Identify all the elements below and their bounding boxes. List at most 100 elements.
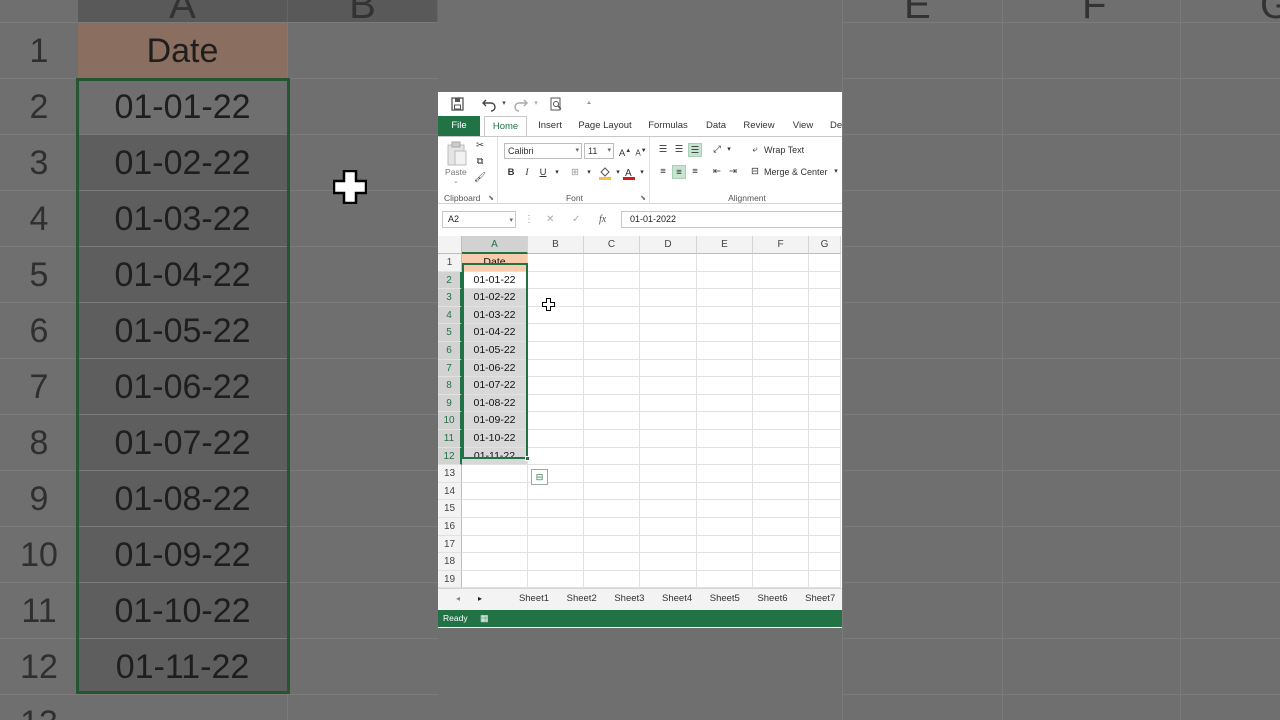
grid-cell[interactable]	[584, 535, 640, 554]
column-header-e[interactable]: E	[697, 236, 753, 254]
align-center-icon[interactable]: ≡	[672, 165, 686, 179]
grid-cell[interactable]	[753, 271, 809, 290]
grid-cell[interactable]	[584, 482, 640, 501]
grid-cell[interactable]	[809, 482, 841, 501]
grid-cell[interactable]	[809, 430, 841, 448]
grid-cell[interactable]	[640, 535, 697, 554]
grid-cell[interactable]	[462, 570, 528, 589]
redo-icon[interactable]	[513, 96, 529, 112]
tab-review[interactable]: Review	[741, 116, 777, 136]
increase-font-icon[interactable]: A▲	[618, 144, 632, 159]
underline-button[interactable]: U	[536, 166, 550, 180]
grid-cell[interactable]	[753, 377, 809, 395]
sheet-tab[interactable]: Sheet4	[657, 589, 697, 609]
grid-cell[interactable]	[528, 342, 584, 360]
grid-cell[interactable]	[697, 306, 753, 325]
grid-cell[interactable]	[753, 430, 809, 448]
column-header-f[interactable]: F	[753, 236, 809, 254]
tab-file[interactable]: File	[438, 116, 480, 136]
grid-cell[interactable]	[697, 447, 753, 466]
row-header[interactable]: 17	[438, 535, 462, 554]
grid-cell[interactable]	[584, 254, 640, 272]
grid-cell[interactable]: 01-11-22	[462, 447, 528, 466]
merge-center-button[interactable]: Merge & Center	[764, 165, 828, 179]
row-header[interactable]: 13	[438, 465, 462, 483]
name-box[interactable]: A2 ▾	[442, 211, 516, 228]
grid-cell[interactable]	[462, 482, 528, 501]
header-cell-date[interactable]: Date	[462, 254, 528, 272]
grid-cell[interactable]	[584, 289, 640, 307]
merge-center-icon[interactable]: ⊟	[748, 165, 762, 179]
align-bottom-icon[interactable]: ☰	[688, 143, 702, 157]
grid-cell[interactable]	[584, 377, 640, 395]
grid-cell[interactable]	[753, 412, 809, 430]
sheet-tab[interactable]: Sheet1	[514, 589, 554, 609]
grid-cell[interactable]	[697, 430, 753, 448]
grid-cell[interactable]	[753, 254, 809, 272]
grid-cell[interactable]	[753, 359, 809, 378]
scroll-right-icon[interactable]: ▸	[478, 589, 482, 609]
grid-cell[interactable]: 01-03-22	[462, 306, 528, 325]
sheet-tab[interactable]: Sheet7	[800, 589, 840, 609]
grid-cell[interactable]	[697, 412, 753, 430]
grid-cell[interactable]	[640, 430, 697, 448]
tab-view[interactable]: View	[790, 116, 816, 136]
grid-cell[interactable]	[809, 500, 841, 518]
paste-label[interactable]: Paste	[445, 167, 467, 177]
wrap-text-icon[interactable]: ⤶	[748, 143, 762, 157]
decrease-font-icon[interactable]: A▼	[634, 144, 648, 158]
grid-cell[interactable]	[584, 359, 640, 378]
grid-cell[interactable]	[697, 254, 753, 272]
font-color-icon[interactable]: A	[622, 166, 636, 180]
grid-cell[interactable]	[640, 482, 697, 501]
grid-cell[interactable]	[753, 482, 809, 501]
grid-cell[interactable]	[462, 518, 528, 536]
grid-cell[interactable]	[753, 535, 809, 554]
column-header-a[interactable]: A	[462, 236, 528, 254]
grid-cell[interactable]	[528, 430, 584, 448]
grid-cell[interactable]: 01-01-22	[462, 271, 528, 290]
grid-cell[interactable]	[809, 254, 841, 272]
grid-cell[interactable]	[528, 570, 584, 589]
merge-dropdown-icon[interactable]: ▾	[829, 165, 842, 179]
grid-cell[interactable]	[697, 570, 753, 589]
grid-cell[interactable]	[584, 430, 640, 448]
insert-function-button[interactable]: fx	[599, 211, 606, 228]
grid-cell[interactable]: 01-02-22	[462, 289, 528, 307]
align-top-icon[interactable]: ☰	[656, 143, 670, 157]
font-name-select[interactable]: Calibri ▾	[504, 143, 582, 159]
grid-cell[interactable]	[753, 518, 809, 536]
grid-cell[interactable]	[809, 465, 841, 483]
grid-cell[interactable]	[584, 570, 640, 589]
clipboard-launcher-icon[interactable]: ⬊	[488, 194, 494, 202]
row-header[interactable]: 8	[438, 377, 462, 395]
grid-cell[interactable]	[809, 359, 841, 378]
orientation-dropdown-icon[interactable]: ▾	[722, 143, 736, 157]
row-header[interactable]: 18	[438, 553, 462, 571]
column-header-g[interactable]: G	[809, 236, 841, 254]
sheet-tab[interactable]: Sheet2	[562, 589, 602, 609]
formula-input[interactable]: 01-01-2022	[621, 211, 842, 228]
customize-qat-icon[interactable]: ⩡	[581, 96, 597, 112]
font-size-select[interactable]: 11 ▾	[584, 143, 614, 159]
quick-analysis-icon[interactable]: ⊟	[531, 469, 548, 485]
grid-cell[interactable]	[584, 324, 640, 342]
row-header[interactable]: 9	[438, 394, 462, 413]
grid-cell[interactable]: 01-10-22	[462, 430, 528, 448]
increase-indent-icon[interactable]: ⇥	[726, 165, 740, 179]
grid-cell[interactable]	[462, 465, 528, 483]
grid-cell[interactable]	[640, 289, 697, 307]
grid-cell[interactable]	[697, 324, 753, 342]
row-header[interactable]: 5	[438, 324, 462, 342]
grid-cell[interactable]	[809, 570, 841, 589]
borders-icon[interactable]: ⊞	[568, 166, 582, 180]
font-launcher-icon[interactable]: ⬊	[640, 194, 646, 202]
grid-cell[interactable]	[697, 377, 753, 395]
print-preview-icon[interactable]	[548, 96, 564, 112]
grid-cell[interactable]	[697, 518, 753, 536]
row-header[interactable]: 14	[438, 482, 462, 501]
grid-cell[interactable]	[640, 359, 697, 378]
cancel-icon[interactable]: ✕	[546, 211, 554, 228]
italic-button[interactable]: I	[520, 166, 534, 180]
grid-cell[interactable]	[528, 482, 584, 501]
